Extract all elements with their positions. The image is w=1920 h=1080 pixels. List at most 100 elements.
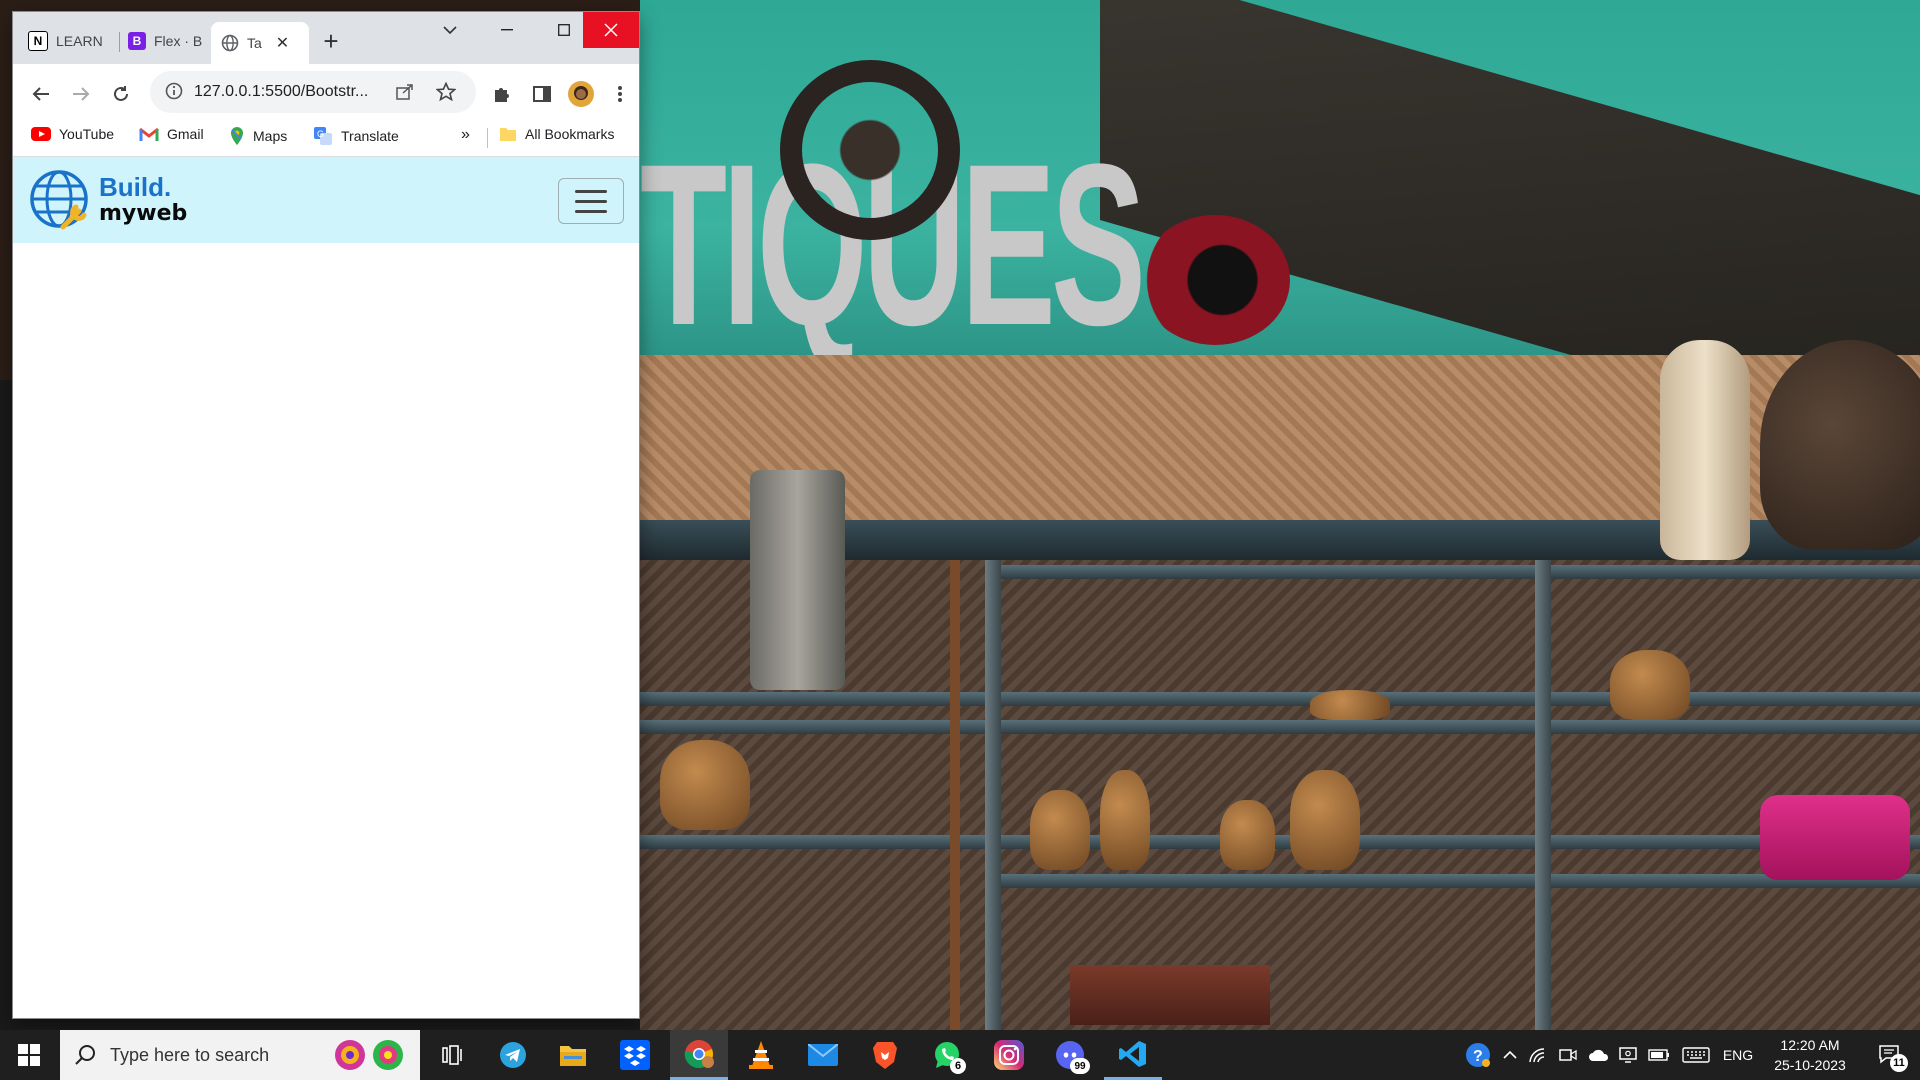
wallpaper-clock — [1140, 215, 1290, 345]
start-button[interactable] — [0, 1030, 58, 1080]
bootstrap-icon: B — [128, 31, 146, 50]
bookmarks-overflow-button[interactable]: » — [461, 126, 470, 144]
chevron-down-icon — [443, 26, 457, 35]
tab-title: Ta — [247, 35, 262, 51]
vlc-cone-icon — [749, 1041, 773, 1069]
battery-icon — [1648, 1049, 1669, 1061]
new-tab-button[interactable]: + — [317, 28, 345, 56]
wallpaper-jar — [1760, 340, 1920, 550]
chevron-up-icon — [1503, 1050, 1517, 1059]
share-icon[interactable] — [395, 82, 415, 100]
bookmark-translate[interactable]: G Translate — [313, 126, 399, 146]
wallpaper-post — [1535, 560, 1551, 1030]
site-brand[interactable]: Build. myweb — [29, 167, 187, 231]
info-icon[interactable] — [165, 82, 183, 100]
tab-learn[interactable]: N LEARN — [28, 25, 118, 56]
network-tray-button[interactable] — [1526, 1030, 1550, 1080]
task-view-button[interactable] — [424, 1030, 482, 1080]
battery-tray-button[interactable] — [1646, 1030, 1672, 1080]
puzzle-icon — [495, 88, 509, 102]
monitor-icon — [1619, 1047, 1637, 1063]
input-language-button[interactable]: ENG — [1718, 1030, 1758, 1080]
wallpaper-pot — [1310, 690, 1390, 720]
tab-title: Flex · B — [154, 32, 203, 49]
notification-count-badge: 11 — [1890, 1054, 1908, 1072]
taskbar-search-box[interactable]: Type here to search — [60, 1030, 420, 1080]
onedrive-tray-button[interactable] — [1586, 1030, 1612, 1080]
chrome-icon — [684, 1039, 714, 1068]
bookmark-youtube[interactable]: YouTube — [31, 126, 114, 142]
browser-window: N LEARN B Flex · B Ta ✕ + 127.0.0.1:5500… — [13, 12, 639, 1018]
bookmarks-bar: YouTube Gmail Maps G Translate » All Boo… — [13, 116, 639, 156]
url-text[interactable]: 127.0.0.1:5500/Bootstr... — [194, 83, 384, 101]
show-hidden-icons-button[interactable] — [1498, 1030, 1522, 1080]
svg-text:?: ? — [1473, 1048, 1483, 1065]
taskbar-clock[interactable]: 12:20 AM 25-10-2023 — [1762, 1035, 1858, 1075]
translate-icon: G — [314, 127, 332, 145]
wallpaper-lantern — [750, 470, 845, 690]
wallpaper-shelf — [1000, 565, 1920, 579]
taskbar-brave[interactable] — [856, 1030, 914, 1080]
bookmark-label: Translate — [341, 128, 399, 144]
wallpaper-ship-wheel — [780, 60, 960, 240]
side-panel-icon — [533, 86, 551, 102]
folder-icon — [560, 1046, 586, 1066]
folder-icon — [500, 128, 516, 141]
side-panel-button[interactable] — [528, 80, 556, 108]
tab-search-dropdown[interactable] — [422, 12, 478, 48]
camera-icon — [1559, 1049, 1577, 1061]
navbar-toggler-button[interactable] — [558, 178, 624, 224]
meet-now-tray-button[interactable] — [1556, 1030, 1580, 1080]
notifications-button[interactable]: 11 — [1866, 1030, 1914, 1080]
reload-button[interactable] — [107, 80, 135, 108]
brave-lion-icon — [873, 1042, 897, 1069]
bookmarks-divider — [487, 128, 488, 148]
display-tray-button[interactable] — [1616, 1030, 1640, 1080]
forward-arrow-icon — [73, 87, 90, 101]
taskbar-telegram[interactable] — [484, 1030, 542, 1080]
taskbar-vscode[interactable] — [1104, 1030, 1162, 1080]
task-view-icon — [442, 1045, 462, 1065]
wallpaper-radio — [1760, 795, 1910, 880]
tab-active-page[interactable]: Ta ✕ — [211, 22, 309, 64]
close-icon — [604, 23, 618, 37]
taskbar-dropbox[interactable] — [606, 1030, 664, 1080]
browser-menu-button[interactable] — [606, 80, 634, 108]
close-tab-icon[interactable]: ✕ — [276, 33, 289, 53]
taskbar-instagram[interactable] — [980, 1030, 1038, 1080]
help-tray-button[interactable]: ? — [1462, 1030, 1494, 1080]
search-icon — [75, 1045, 95, 1065]
svg-text:G: G — [317, 129, 324, 139]
bookmark-maps[interactable]: Maps — [229, 126, 287, 146]
wifi-icon — [1529, 1048, 1545, 1063]
touch-keyboard-button[interactable] — [1680, 1030, 1712, 1080]
forward-button[interactable] — [67, 80, 95, 108]
star-icon[interactable] — [436, 82, 456, 102]
profile-button[interactable] — [567, 80, 595, 108]
windows-logo-icon — [18, 1044, 40, 1066]
bookmark-gmail[interactable]: Gmail — [139, 126, 204, 142]
taskbar-vlc[interactable] — [732, 1030, 790, 1080]
wallpaper-pot — [660, 740, 750, 830]
taskbar-file-explorer[interactable] — [544, 1030, 602, 1080]
all-bookmarks-button[interactable]: All Bookmarks — [499, 126, 614, 142]
brand-text: Build. myweb — [99, 174, 187, 225]
close-window-button[interactable] — [583, 12, 639, 48]
maps-pin-icon — [231, 127, 243, 145]
youtube-icon — [31, 127, 51, 141]
maximize-icon — [558, 24, 570, 36]
taskbar-chrome[interactable] — [670, 1030, 728, 1080]
wallpaper-shelf — [640, 835, 1920, 849]
taskbar-discord[interactable]: 99 — [1042, 1030, 1100, 1080]
taskbar-whatsapp[interactable]: 6 — [918, 1030, 976, 1080]
whatsapp-unread-badge: 6 — [950, 1058, 966, 1074]
wallpaper-shelf — [640, 720, 1920, 734]
address-bar[interactable]: 127.0.0.1:5500/Bootstr... — [150, 71, 476, 113]
clock-date: 25-10-2023 — [1774, 1057, 1846, 1073]
taskbar-mail[interactable] — [794, 1030, 852, 1080]
globe-icon — [221, 34, 239, 52]
tab-flex-bootstrap[interactable]: B Flex · B — [128, 25, 213, 56]
minimize-button[interactable] — [479, 12, 535, 48]
extensions-button[interactable] — [488, 80, 516, 108]
back-button[interactable] — [27, 80, 55, 108]
